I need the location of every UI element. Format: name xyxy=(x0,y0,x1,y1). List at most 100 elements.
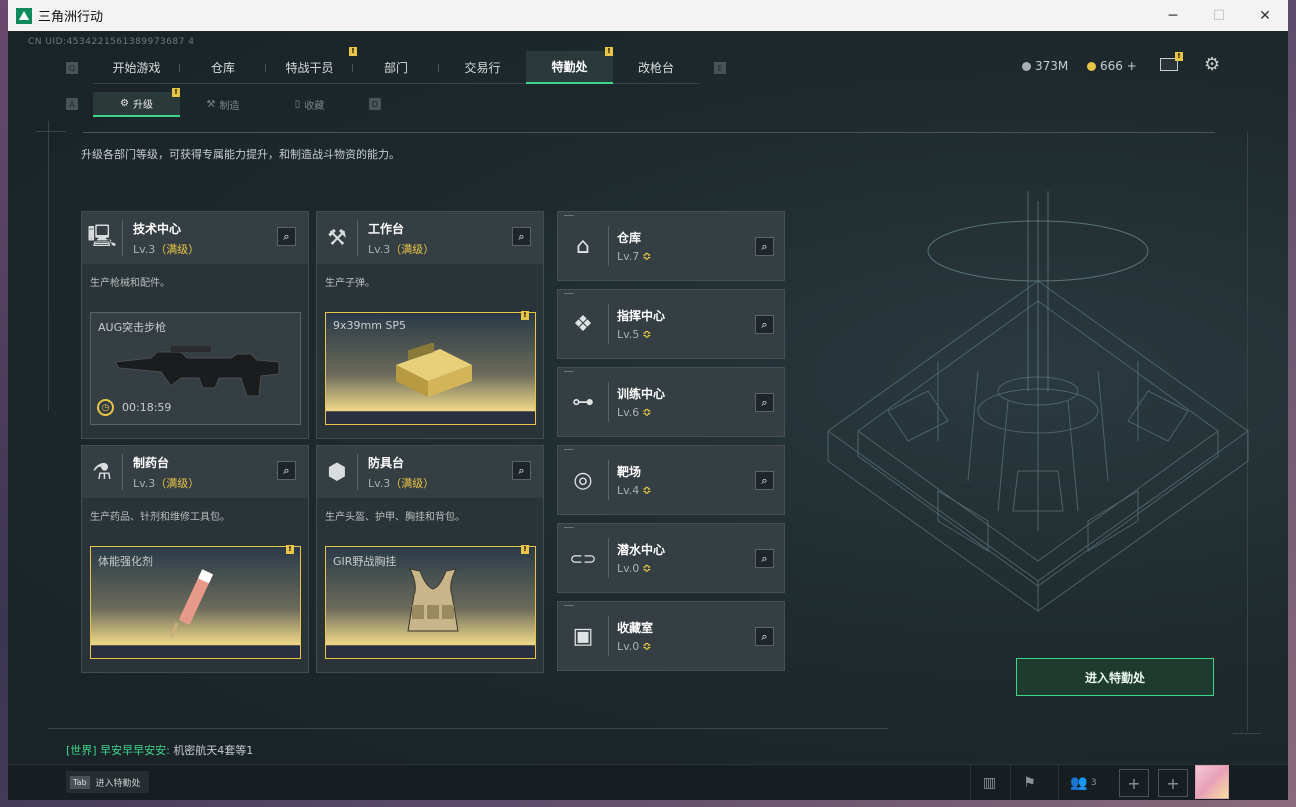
search-icon[interactable]: ⌕ xyxy=(277,461,296,480)
workshop-card-pharmacy[interactable]: ⚗ 制药台 Lv.3（满级） ⌕ 生产药品、针剂和维修工具包。 体能强化剂 ! xyxy=(81,445,309,673)
level-value: Lv.3 xyxy=(133,242,156,256)
upgrade-arrow-icon: ≎ xyxy=(642,562,652,575)
dept-collection[interactable]: ▣ 收藏室 Lv.0 ≎ ⌕ xyxy=(557,601,785,671)
upgrade-arrow-icon: ≎ xyxy=(642,640,652,653)
minimize-button[interactable]: ─ xyxy=(1150,0,1196,31)
card-header: ⚒ 工作台 Lv.3（满级） ⌕ xyxy=(317,212,543,264)
main-nav: Q 开始游戏 仓库 特战干员 ! 部门 交易行 特勤处 ! 改枪台 E xyxy=(8,47,728,85)
tab-operators[interactable]: 特战干员 ! xyxy=(266,47,357,84)
avatar[interactable] xyxy=(1195,765,1229,799)
app-icon xyxy=(16,7,32,24)
coin-display[interactable]: 666 + xyxy=(1087,59,1137,73)
tab-department[interactable]: 部门 xyxy=(353,51,439,84)
level-value: Lv.0 xyxy=(617,562,640,575)
chat-user: 早安早早安安: xyxy=(100,744,170,757)
tab-label: 部门 xyxy=(383,60,408,75)
upgrade-arrow-icon: ≎ xyxy=(642,328,652,341)
title-bar: 三角洲行动 ─ ☐ ✕ xyxy=(8,0,1288,31)
subtab-upgrade[interactable]: ⚙ 升级 ! xyxy=(93,88,180,117)
nav-prev-key[interactable]: Q xyxy=(66,62,78,74)
close-button[interactable]: ✕ xyxy=(1242,0,1288,31)
workshop-card-tech[interactable]: 🖳 技术中心 Lv.3（满级） ⌕ 生产枪械和配件。 AUG突击步枪 ◷ 00:… xyxy=(81,211,309,439)
nav-next-key[interactable]: E xyxy=(714,62,726,74)
dept-name: 训练中心 xyxy=(617,387,666,401)
card-level: Lv.3（满级） xyxy=(133,475,199,491)
coin-value: 666 + xyxy=(1100,59,1137,73)
level-value: Lv.6 xyxy=(617,406,640,419)
dept-level: Lv.0 ≎ xyxy=(617,640,653,653)
subtab-label: 制造 xyxy=(219,101,240,112)
card-description: 生产头盔、护甲、胸挂和背包。 xyxy=(325,512,465,523)
game-viewport: CN UID:4534221561389973687 4 Q 开始游戏 仓库 特… xyxy=(8,31,1288,800)
base-wireframe-image xyxy=(827,191,1249,612)
rifle-image xyxy=(114,346,280,397)
dept-range[interactable]: ◎ 靶场 Lv.4 ≎ ⌕ xyxy=(557,445,785,515)
gear-icon[interactable]: ⚙ xyxy=(1204,54,1220,75)
enter-special-ops-button[interactable]: 进入特勤处 xyxy=(1016,658,1214,696)
tab-label: 仓库 xyxy=(210,60,235,75)
search-icon[interactable]: ⌕ xyxy=(755,471,774,490)
craft-icon: ⚒ xyxy=(206,99,216,110)
team-count: 3 xyxy=(1090,778,1097,788)
chat-line[interactable]: [世界] 早安早早安安: 机密航天4套等1 xyxy=(66,742,253,758)
tab-label: 特勤处 xyxy=(551,60,588,74)
subnav-prev-key[interactable]: A xyxy=(66,98,78,110)
search-icon[interactable]: ⌕ xyxy=(277,227,296,246)
subtab-label: 升级 xyxy=(132,100,153,111)
search-icon[interactable]: ⌕ xyxy=(512,461,531,480)
card-description: 生产子弹。 xyxy=(325,278,375,289)
search-icon[interactable]: ⌕ xyxy=(512,227,531,246)
uid-label: CN UID:4534221561389973687 4 xyxy=(28,37,195,47)
tab-enter-hint[interactable]: Tab 进入特勤处 xyxy=(66,771,149,793)
collection-icon: ▣ xyxy=(572,623,594,649)
search-icon[interactable]: ⌕ xyxy=(755,627,774,646)
frame-line xyxy=(36,131,66,132)
max-tag: （满级） xyxy=(390,476,435,490)
card-header: 🖳 技术中心 Lv.3（满级） ⌕ xyxy=(82,212,308,264)
dept-name: 收藏室 xyxy=(617,621,654,635)
frame-line xyxy=(48,728,888,729)
subtab-craft[interactable]: ⚒ 制造 xyxy=(180,92,266,117)
subtab-collect[interactable]: ▯ 收藏 xyxy=(266,92,353,117)
subnav-next-key[interactable]: D xyxy=(369,98,381,110)
craft-slot-ready[interactable]: 体能强化剂 ! xyxy=(90,545,301,659)
dept-training[interactable]: ⊶ 训练中心 Lv.6 ≎ ⌕ xyxy=(557,367,785,437)
tab-gunsmith[interactable]: 改枪台 xyxy=(613,51,699,84)
bottom-bar: Tab 进入特勤处 ▥ ⚑ 👥 3 + + xyxy=(8,764,1288,800)
add-member-button[interactable]: + xyxy=(1119,769,1149,797)
upgrade-arrow-icon: ≎ xyxy=(642,484,652,497)
tab-special-ops[interactable]: 特勤处 ! xyxy=(526,47,613,84)
dumbbell-icon: ⊶ xyxy=(572,389,594,415)
dept-diving[interactable]: ⊂⊃ 潜水中心 Lv.0 ≎ ⌕ xyxy=(557,523,785,593)
clock-icon: ◷ xyxy=(97,399,114,416)
craft-slot-ready[interactable]: GIR野战胸挂 ! xyxy=(325,545,536,659)
warehouse-icon: ⌂ xyxy=(576,233,590,259)
workshop-card-armor[interactable]: ⬢ 防具台 Lv.3（满级） ⌕ 生产头盔、护甲、胸挂和背包。 GIR野战胸挂 … xyxy=(316,445,544,673)
search-icon[interactable]: ⌕ xyxy=(755,237,774,256)
money-value: 373M xyxy=(1035,59,1069,73)
stats-icon[interactable]: ▥ xyxy=(970,765,1008,800)
search-icon[interactable]: ⌕ xyxy=(755,393,774,412)
craft-slot-ready[interactable]: 9x39mm SP5 ! xyxy=(325,311,536,425)
maximize-button[interactable]: ☐ xyxy=(1196,0,1242,31)
dept-warehouse[interactable]: ⌂ 仓库 Lv.7 ≎ ⌕ xyxy=(557,211,785,281)
team-icon[interactable]: 👥 3 xyxy=(1058,765,1108,800)
tab-trading[interactable]: 交易行 xyxy=(439,51,526,84)
vest-image xyxy=(407,568,459,632)
ready-badge: ! xyxy=(286,545,294,554)
armor-icon: ⬢ xyxy=(327,459,347,485)
craft-slot[interactable]: AUG突击步枪 ◷ 00:18:59 xyxy=(90,312,301,425)
tab-start-game[interactable]: 开始游戏 xyxy=(93,51,180,84)
workshop-card-workbench[interactable]: ⚒ 工作台 Lv.3（满级） ⌕ 生产子弹。 9x39mm SP5 ! xyxy=(316,211,544,439)
flag-icon[interactable]: ⚑ xyxy=(1010,765,1048,800)
microscope-icon: ⚗ xyxy=(92,459,112,485)
collect-icon: ▯ xyxy=(294,99,301,110)
craft-item-name: AUG突击步枪 xyxy=(98,321,167,334)
add-member-button[interactable]: + xyxy=(1158,769,1188,797)
dept-command[interactable]: ❖ 指挥中心 Lv.5 ≎ ⌕ xyxy=(557,289,785,359)
search-icon[interactable]: ⌕ xyxy=(755,315,774,334)
search-icon[interactable]: ⌕ xyxy=(755,549,774,568)
craft-timer: ◷ 00:18:59 xyxy=(97,399,171,416)
tab-warehouse[interactable]: 仓库 xyxy=(180,51,266,84)
ready-badge: ! xyxy=(521,545,529,554)
